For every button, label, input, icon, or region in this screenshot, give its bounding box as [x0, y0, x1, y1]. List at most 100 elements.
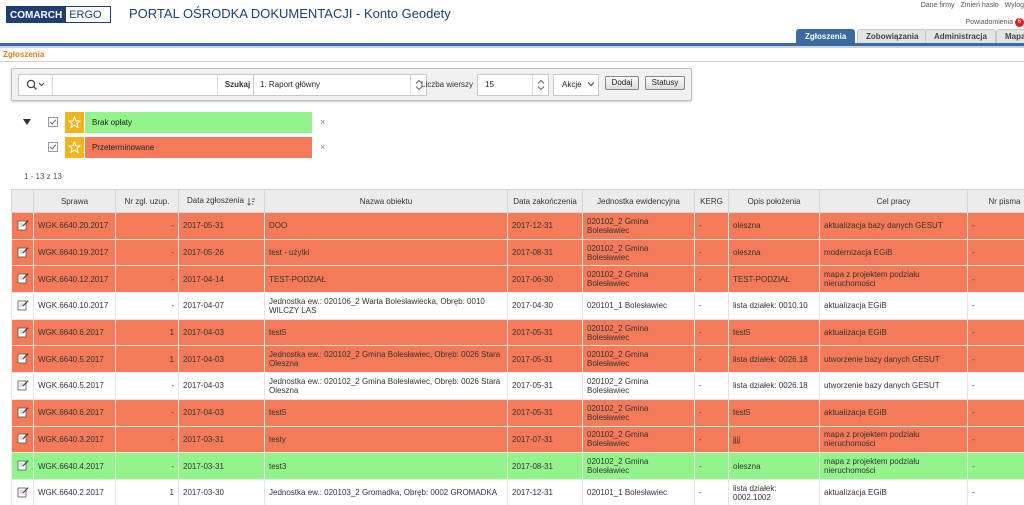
edit-cell[interactable] — [11, 265, 34, 294]
cell-work-purpose: utworzenie bazy danych GESUT — [819, 345, 968, 374]
report-select-value: 1. Raport główny — [260, 80, 321, 89]
column-header[interactable]: Data zakończenia — [507, 189, 583, 213]
edit-cell[interactable] — [11, 425, 34, 454]
collapse-triangle-icon[interactable] — [23, 119, 31, 125]
cell-letter-number: - — [967, 238, 1024, 267]
column-header[interactable]: Opis położenia — [728, 189, 820, 213]
edit-cell[interactable] — [11, 478, 34, 505]
check-icon — [49, 144, 57, 150]
remove-filter-icon[interactable]: × — [320, 117, 325, 127]
cell-supplement-number: 1 — [115, 345, 179, 374]
cell-kerg: - — [694, 238, 729, 267]
column-header[interactable]: Nr pisma — [967, 189, 1024, 213]
check-icon — [49, 119, 57, 125]
cell-registration-unit: 020101_1 Bolesławiec — [582, 292, 695, 320]
search-input[interactable] — [55, 77, 205, 93]
search-mode-dropdown[interactable] — [19, 75, 53, 95]
report-select[interactable]: 1. Raport główny — [253, 74, 427, 96]
cell-case-number: WGK.6640.5.2017 — [33, 372, 116, 400]
table-row[interactable]: WGK.6640.19.2017-2017-05-26 test - użytki… — [11, 238, 1024, 267]
cell-letter-number: - — [967, 398, 1024, 427]
cell-end-date: 2017-06-30 — [507, 265, 583, 294]
cell-object-name: Jednostka ew.: 020106_2 Warta Bolesławie… — [264, 292, 508, 320]
edit-cell[interactable] — [11, 238, 34, 267]
cell-case-number: WGK.6640.5.2017 — [33, 345, 116, 374]
rows-per-page-select[interactable]: 15 — [477, 74, 549, 96]
tab-mapa[interactable]: Mapa — [996, 29, 1024, 43]
app-title: PORTAL OŚRODKA DOKUMENTACJI - Konto Geod… — [129, 6, 451, 21]
logo-comarch-text: COMARCH — [7, 7, 66, 22]
column-header[interactable]: Sprawa — [33, 189, 116, 213]
table-row[interactable]: WGK.6640.5.2017-2017-04-03 Jednostka ew.:… — [11, 372, 1024, 400]
comarch-ergo-logo[interactable]: COMARCH ERGO — [6, 6, 111, 23]
edit-cell[interactable] — [11, 292, 34, 320]
cell-case-number: WGK.6640.6.2017 — [33, 398, 116, 427]
cell-kerg: - — [694, 425, 729, 454]
notifications[interactable]: Powiadomienia 6 — [966, 18, 1024, 27]
table-row[interactable]: WGK.6640.20.2017-2017-05-31 DOO 2017-12-31… — [11, 212, 1024, 240]
column-header[interactable]: KERG — [694, 189, 729, 213]
edit-cell[interactable] — [11, 372, 34, 400]
filter-checkbox[interactable] — [48, 142, 58, 152]
cell-object-name: Jednostka ew.: 020102_2 Gmina Bolesławie… — [264, 345, 508, 374]
table-row[interactable]: WGK.6640.5.2017 1 2017-04-03 Jednostka ew.:… — [11, 345, 1024, 374]
company-data-link[interactable]: Dane firmy — [921, 2, 955, 9]
column-header[interactable]: Jednostka ewidencyjna — [582, 189, 695, 213]
column-header-sorted[interactable]: Data zgłoszenia — [178, 189, 265, 213]
remove-filter-icon[interactable]: × — [320, 142, 325, 152]
edit-cell[interactable] — [11, 212, 34, 240]
actions-label: Akcje — [562, 80, 582, 89]
cell-case-number: WGK.6640.12.2017 — [33, 265, 116, 294]
table-row[interactable]: WGK.6640.2.2017 1 2017-03-30 Jednostka ew.:… — [11, 478, 1024, 505]
table-row[interactable]: WGK.6640.3.2017-2017-03-31 testy 2017-07-3… — [11, 425, 1024, 454]
cell-registration-unit: 020101_1 Bolesławiec — [582, 478, 695, 505]
cell-registration-unit: 020102_2 Gmina Bolesławiec — [582, 212, 695, 240]
table-row[interactable]: WGK.6640.4.2017-2017-03-31 test3 2017-08-3… — [11, 452, 1024, 480]
column-header[interactable]: Nazwa obiektu — [264, 189, 508, 213]
notifications-label: Powiadomienia — [965, 19, 1013, 26]
edit-cell[interactable] — [11, 398, 34, 427]
filter-label: Przeterminowane — [85, 137, 312, 158]
add-button[interactable]: Dodaj — [605, 76, 639, 90]
edit-icon — [17, 273, 29, 284]
table-row[interactable]: WGK.6640.6.2017-2017-04-03 test5 2017-05-3… — [11, 398, 1024, 427]
table-row[interactable]: WGK.6640.10.2017-2017-04-07 Jednostka ew.… — [11, 292, 1024, 320]
tab-bar-shadow — [0, 46, 1024, 48]
column-header[interactable]: Nr zgl. uzup. — [115, 189, 179, 213]
tab-administracja[interactable]: Administracja — [925, 29, 996, 43]
rows-per-page-value: 15 — [485, 80, 494, 89]
actions-dropdown[interactable]: Akcje — [553, 74, 599, 96]
rows-per-page-label: Liczba wierszy — [421, 80, 474, 89]
edit-cell[interactable] — [11, 318, 34, 347]
cell-end-date: 2017-12-31 — [507, 478, 583, 505]
cell-kerg: - — [694, 318, 729, 347]
cell-supplement-number: - — [115, 238, 179, 267]
cell-kerg: - — [694, 265, 729, 294]
cell-submission-date: 2017-03-31 — [178, 425, 265, 454]
cell-letter-number: - — [967, 292, 1024, 320]
cell-supplement-number: 1 — [115, 478, 179, 505]
column-header[interactable]: Cel pracy — [819, 189, 968, 213]
table-row[interactable]: WGK.6640.6.2017 1 2017-04-03 test5 2017-05-3… — [11, 318, 1024, 347]
cell-location-description: test5 — [728, 398, 820, 427]
filter-checkbox[interactable] — [48, 117, 58, 127]
logout-link[interactable]: Wylog — [1005, 2, 1024, 9]
search-button[interactable]: Szukaj — [217, 75, 257, 95]
edit-icon — [17, 246, 29, 257]
search-box: Szukaj — [18, 74, 258, 96]
filter-star — [65, 137, 84, 158]
edit-cell[interactable] — [11, 452, 34, 480]
change-password-link[interactable]: Zmień hasło — [961, 2, 999, 9]
tab-zobowiazania[interactable]: Zobowiązania — [857, 29, 928, 43]
tab-zgloszenia[interactable]: Zgłoszenia — [796, 29, 856, 43]
cell-submission-date: 2017-03-31 — [178, 452, 265, 480]
cell-work-purpose: mapa z projektem podziału nieruchomości — [819, 452, 968, 480]
cell-kerg: - — [694, 292, 729, 320]
table-row[interactable]: WGK.6640.12.2017-2017-04-14 TEST-PODZIAŁ 2… — [11, 265, 1024, 294]
column-header-label: Data zgłoszenia — [187, 196, 244, 206]
cell-letter-number: - — [967, 425, 1024, 454]
cell-supplement-number: - — [115, 372, 179, 400]
edit-cell[interactable] — [11, 345, 34, 374]
cell-case-number: WGK.6640.19.2017 — [33, 238, 116, 267]
statuses-button[interactable]: Statusy — [645, 76, 685, 90]
